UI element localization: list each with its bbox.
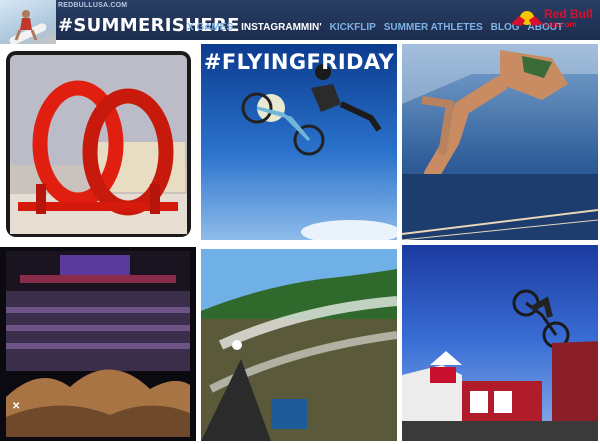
bulls-icon xyxy=(511,11,543,26)
nav-item-kickflip[interactable]: KICKFLIP xyxy=(330,22,376,33)
main-nav: X GAMES INSTAGRAMMIN' KICKFLIP SUMMER AT… xyxy=(187,22,563,33)
nav-item-x-games[interactable]: X GAMES xyxy=(187,22,233,33)
site-url[interactable]: REDBULLUSA.COM xyxy=(58,2,127,9)
svg-text:✕: ✕ xyxy=(12,401,20,412)
nav-item-instagrammin[interactable]: INSTAGRAMMIN' xyxy=(241,22,322,33)
photo-flying-friday-bmx[interactable]: #FLYINGFRIDAY xyxy=(201,44,397,240)
redbull-logo[interactable]: Red Bull usa.com xyxy=(510,7,593,36)
logo-sub-text: usa.com xyxy=(544,20,577,29)
nav-item-summer-athletes[interactable]: SUMMER ATHLETES xyxy=(384,22,483,33)
photo-wakeboard-river[interactable] xyxy=(201,249,397,441)
photo-cliff-dive[interactable] xyxy=(402,44,598,240)
photo-red-loop[interactable] xyxy=(0,44,197,243)
logo-brand-text: Red Bull xyxy=(544,7,593,21)
photo-x-games-stadium[interactable]: ✕ xyxy=(0,247,196,441)
flying-friday-caption: #FLYINGFRIDAY xyxy=(203,50,395,74)
header-bar: REDBULLUSA.COM #SUMMERISHERE X GAMES INS… xyxy=(0,0,600,40)
photo-bmx-trick-festival[interactable] xyxy=(402,245,598,441)
